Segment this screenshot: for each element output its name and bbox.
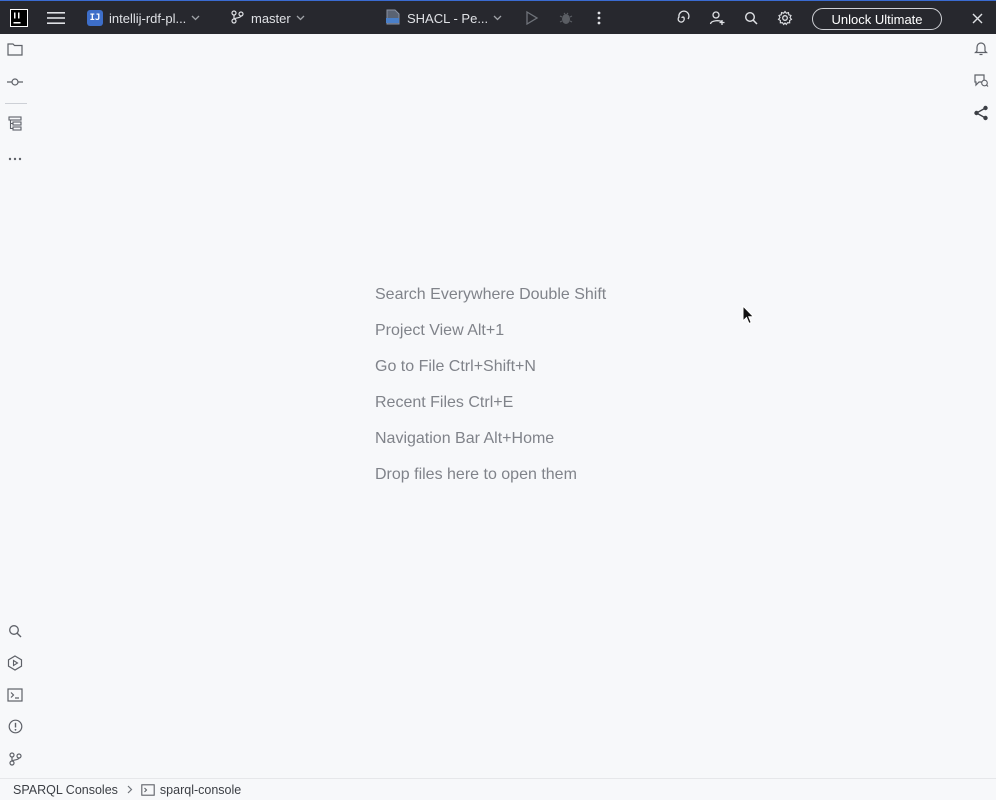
terminal-tool-button[interactable] [5, 687, 25, 707]
hamburger-menu-icon [46, 8, 66, 28]
project-selector[interactable]: IJ intellij-rdf-pl... [87, 1, 200, 35]
git-tool-button[interactable] [5, 751, 25, 771]
branch-selector[interactable]: master [231, 1, 305, 35]
project-tool-button[interactable] [5, 41, 25, 61]
hint-navigation-bar: Navigation Bar Alt+Home [375, 430, 555, 447]
chevron-down-icon [191, 13, 200, 23]
run-button[interactable] [522, 1, 542, 35]
branch-name: master [251, 10, 291, 26]
mouse-cursor-icon [742, 304, 755, 330]
add-user-button[interactable] [707, 1, 727, 35]
vertical-dots-icon [589, 8, 609, 28]
hint-go-to-file: Go to File Ctrl+Shift+N [375, 358, 536, 375]
breadcrumb-sparql-consoles[interactable]: SPARQL Consoles [13, 783, 118, 797]
intellij-logo-icon [9, 8, 29, 28]
structure-tool-button[interactable] [5, 116, 25, 136]
share-icon [973, 105, 989, 126]
commit-tool-button[interactable] [5, 73, 25, 93]
search-icon [8, 624, 22, 643]
settings-button[interactable] [775, 1, 795, 35]
play-icon [522, 8, 542, 28]
project-name: intellij-rdf-pl... [109, 10, 187, 26]
app-logo[interactable] [9, 1, 29, 35]
branch-icon [231, 9, 244, 27]
hint-drop-files: Drop files here to open them [375, 466, 577, 483]
folder-icon [7, 42, 23, 61]
search-everywhere-button[interactable] [741, 1, 761, 35]
run-config-selector[interactable]: SHACL - Pe... [385, 1, 502, 35]
search-icon [741, 8, 761, 28]
more-actions-button[interactable] [589, 1, 609, 35]
breadcrumb-sparql-console[interactable]: sparql-console [160, 783, 241, 797]
project-badge: IJ [87, 10, 103, 26]
left-tool-strip [0, 34, 30, 778]
debug-button[interactable] [556, 1, 576, 35]
more-tools-button[interactable] [5, 147, 25, 167]
hint-recent-files: Recent Files Ctrl+E [375, 394, 514, 411]
commit-icon [7, 74, 23, 92]
chevron-down-icon [296, 13, 305, 23]
strip-divider [5, 103, 27, 104]
ai-assistant-button[interactable] [971, 73, 991, 93]
ai-spiral-button[interactable] [673, 1, 693, 35]
find-tool-button[interactable] [5, 623, 25, 643]
close-window-button[interactable] [967, 1, 987, 35]
unlock-ultimate-button[interactable]: Unlock Ultimate [812, 8, 942, 30]
services-icon [7, 654, 23, 676]
chevron-down-icon [493, 13, 502, 23]
run-config-name: SHACL - Pe... [407, 10, 489, 26]
main-menu-button[interactable] [46, 1, 66, 35]
status-bar: SPARQL Consoles sparql-console [0, 778, 996, 800]
gear-icon [775, 8, 795, 28]
services-tool-button[interactable] [5, 654, 25, 676]
close-icon [967, 8, 987, 28]
add-user-icon [707, 8, 727, 28]
title-bar: IJ intellij-rdf-pl... master SHACL - Pe.… [0, 0, 996, 34]
ai-assistant-icon [973, 73, 989, 93]
bug-icon [556, 8, 576, 28]
terminal-icon [7, 687, 23, 707]
chevron-right-icon [127, 783, 133, 797]
problems-tool-button[interactable] [5, 719, 25, 739]
notifications-button[interactable] [971, 41, 991, 61]
hint-search-everywhere: Search Everywhere Double Shift [375, 286, 607, 303]
hint-project-view: Project View Alt+1 [375, 322, 505, 339]
share-button[interactable] [971, 105, 991, 125]
structure-icon [8, 116, 22, 136]
right-tool-strip [966, 34, 996, 778]
shacl-file-icon [385, 9, 401, 28]
console-icon [141, 783, 155, 796]
problems-icon [8, 719, 23, 739]
bell-icon [974, 41, 988, 61]
git-icon [8, 751, 22, 771]
more-icon [8, 148, 22, 166]
empty-editor-hints: Search Everywhere Double Shift Project V… [375, 284, 606, 500]
spiral-icon [673, 8, 693, 28]
